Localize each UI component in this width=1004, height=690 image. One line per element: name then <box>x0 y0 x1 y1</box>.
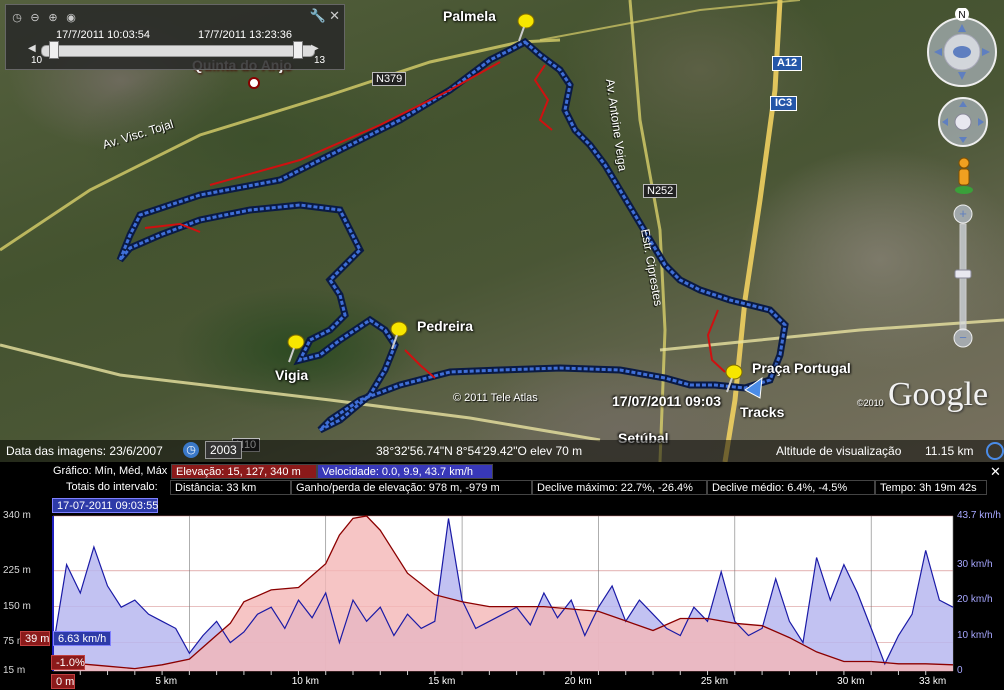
imagery-date: Data das imagens: 23/6/2007 <box>6 444 163 458</box>
streaming-indicator-icon <box>986 442 1004 460</box>
google-year: ©2010 <box>857 398 884 408</box>
y-left-tick-label: 15 m <box>3 665 26 676</box>
road-shield-a12: A12 <box>772 56 803 71</box>
pushpin-icon[interactable] <box>515 12 537 42</box>
eye-altitude-value: 11.15 km <box>925 444 974 458</box>
compass-north-label: N <box>958 10 965 21</box>
zoom-slider[interactable]: + − <box>951 204 975 350</box>
y-left-tick-label: 225 m <box>3 564 31 576</box>
place-vigia[interactable]: Vigia <box>275 367 308 383</box>
y-right-tick-label: 30 km/h <box>957 558 993 570</box>
x-tick-label: 25 km <box>700 676 729 687</box>
slider-left-number: 10 <box>31 55 43 66</box>
track-time-label: 17/07/2011 09:03 <box>612 393 721 409</box>
historical-year[interactable]: 2003 <box>205 441 242 459</box>
y-left-tick-label: 340 m <box>3 510 31 521</box>
zoom-out-icon[interactable]: ⊖ <box>28 11 42 25</box>
wrench-icon[interactable]: 🔧 <box>310 8 326 24</box>
clock-icon[interactable]: ◷ <box>10 11 24 25</box>
zoom-in-button: + <box>959 206 967 221</box>
historical-imagery-icon[interactable]: ◷ <box>183 442 199 458</box>
cursor-speed: 6.63 km/h <box>53 631 111 646</box>
cursor-elevation: 39 m <box>20 631 50 646</box>
y-right-tick-label: 43.7 km/h <box>957 510 1001 521</box>
slider-back-icon[interactable]: ◀ <box>28 43 36 54</box>
profile-chart[interactable] <box>0 462 1004 690</box>
map-view[interactable]: Palmela Quinta do Anjo Pedreira Vigia Pr… <box>0 0 1004 462</box>
zoom-handle <box>954 269 972 279</box>
time-slider-end-handle[interactable] <box>293 41 303 59</box>
y-left-tick-label: 150 m <box>3 600 31 612</box>
y-right-tick-label: 0 <box>957 665 963 676</box>
zoom-out-button: − <box>959 330 967 345</box>
pushpin-icon[interactable] <box>285 333 307 363</box>
x-tick-label: 33 km <box>919 676 947 687</box>
close-icon[interactable]: ✕ <box>329 8 340 24</box>
slider-end-time: 17/7/2011 13:23:36 <box>198 29 292 41</box>
zoom-in-icon[interactable]: ⊕ <box>46 11 60 25</box>
x-tick-label: 10 km <box>291 676 319 687</box>
pushpin-icon[interactable] <box>388 320 410 350</box>
road-shield-ic3: IC3 <box>770 96 798 111</box>
place-pedreira[interactable]: Pedreira <box>417 318 473 334</box>
place-praca-portugal[interactable]: Praça Portugal <box>752 360 851 376</box>
slider-forward-icon[interactable]: ▶ <box>311 43 319 54</box>
google-logo: Google <box>888 376 989 413</box>
compass-look-control[interactable]: N <box>924 8 1000 90</box>
move-control[interactable] <box>937 96 989 148</box>
slider-right-number: 13 <box>314 55 326 66</box>
status-bar: Data das imagens: 23/6/2007 ◷ 2003 38°32… <box>0 440 1004 462</box>
track-label[interactable]: Tracks <box>740 404 784 420</box>
cursor-slope: -1.0% <box>51 655 85 670</box>
pushpin-icon[interactable] <box>723 363 745 393</box>
y-right-tick-label: 20 km/h <box>957 594 993 606</box>
y-right-tick-label: 10 km/h <box>957 629 993 641</box>
chart-ticks <box>79 671 927 675</box>
slider-start-time: 17/7/2011 10:03:54 <box>56 29 150 41</box>
elevation-profile-panel: Gráfico: Mín, Méd, Máx Elevação: 15, 127… <box>0 462 1004 690</box>
x-tick-label: 30 km <box>837 676 865 687</box>
road-shield-n379: N379 <box>372 72 407 86</box>
pointer-coordinates: 38°32'56.74"N 8°54'29.42"O elev 70 m <box>376 444 583 458</box>
pegman-icon[interactable] <box>952 156 976 196</box>
time-slider-panel: ◷ ⊖ ⊕ ◉ 🔧 ✕ 17/7/2011 10:03:54 17/7/2011 13… <box>5 4 345 70</box>
x-tick-label: 5 km <box>155 676 178 687</box>
time-slider-track[interactable] <box>41 45 315 57</box>
time-slider-start-handle[interactable] <box>49 41 59 59</box>
road-shield-n252: N252 <box>643 184 678 198</box>
eye-altitude-label: Altitude de visualização <box>776 444 902 458</box>
x-tick-label: 20 km <box>564 676 592 687</box>
place-palmela[interactable]: Palmela <box>443 8 496 24</box>
x-tick-label: 15 km <box>428 676 456 687</box>
cursor-distance: 0 m <box>51 674 75 689</box>
copyright: © 2011 Tele Atlas <box>453 392 538 404</box>
play-icon[interactable]: ◉ <box>64 11 78 25</box>
